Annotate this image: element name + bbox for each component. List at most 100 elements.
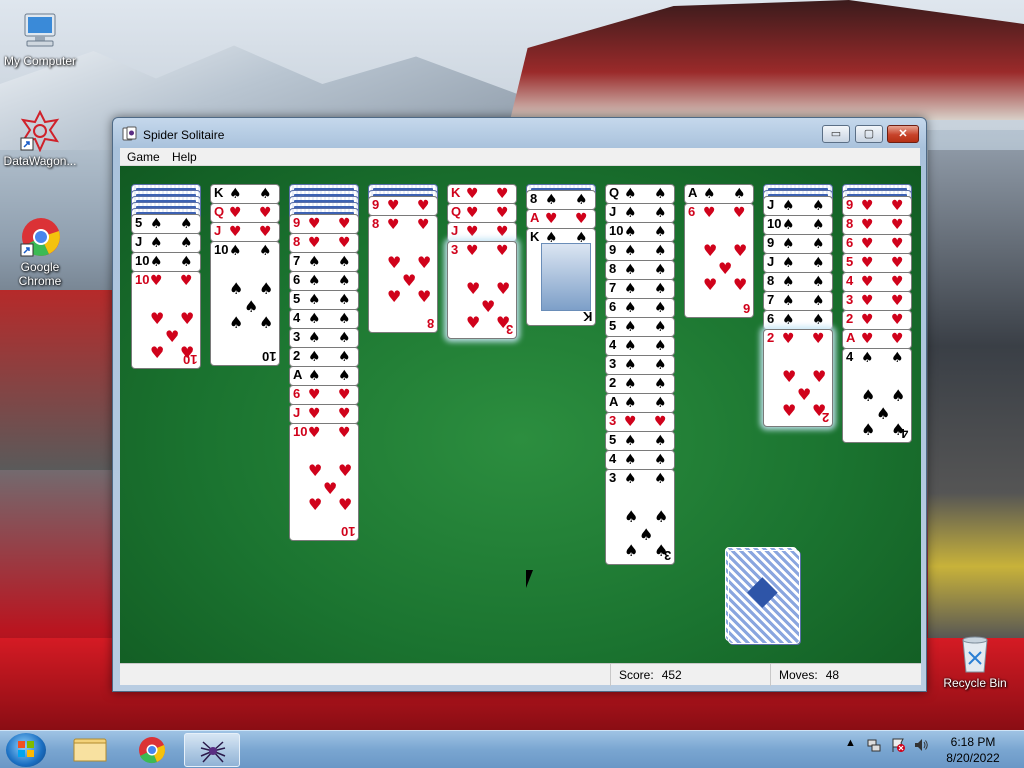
playing-card[interactable]: J ♥ ♥ bbox=[447, 222, 517, 242]
playing-card[interactable]: J ♥ ♥ bbox=[210, 222, 280, 242]
desktop-icon-datawagon[interactable]: DataWagon... bbox=[0, 109, 80, 168]
maximize-button[interactable]: ▢ bbox=[855, 125, 883, 143]
desktop-icon-recycle-bin[interactable]: Recycle Bin bbox=[935, 632, 1015, 690]
playing-card[interactable]: 3 ♥ ♥ bbox=[842, 291, 912, 311]
desktop-icon-chrome[interactable]: Google Chrome bbox=[0, 216, 80, 288]
playing-card[interactable]: 3 ♠ ♠ bbox=[605, 355, 675, 375]
playing-card[interactable]: 3 ♠ ♠ ♠ ♠ ♠ ♠ ♠ 3 bbox=[605, 469, 675, 565]
system-clock[interactable]: 6:18 PM 8/20/2022 bbox=[930, 734, 1016, 766]
game-board[interactable]: 5 ♠ ♠ J ♠ ♠ 10 ♠ ♠ 10 ♥ ♥ ♥ ♥ ♥ ♥ ♥ 10 K ♠ ♠ Q ♥ ♥ J ♥ ♥ 10 ♠ ♠ ♠ ♠ ♠ ♠ ♠ 1… bbox=[120, 166, 921, 663]
playing-card[interactable]: 5 ♠ ♠ bbox=[605, 431, 675, 451]
playing-card[interactable]: 5 ♠ ♠ bbox=[131, 214, 201, 234]
playing-card[interactable]: 6 ♠ ♠ bbox=[289, 271, 359, 291]
spade-icon: ♠ bbox=[861, 386, 876, 405]
playing-card[interactable]: 4 ♠ ♠ ♠ ♠ ♠ ♠ ♠ 4 bbox=[842, 348, 912, 443]
chrome-icon[interactable] bbox=[124, 733, 180, 767]
volume-icon[interactable] bbox=[913, 737, 929, 756]
playing-card[interactable]: 3 ♠ ♠ bbox=[289, 328, 359, 348]
playing-card[interactable]: 9 ♥ ♥ bbox=[289, 214, 359, 234]
playing-card[interactable]: Q ♥ ♥ bbox=[210, 203, 280, 223]
playing-card[interactable]: 10 ♥ ♥ ♥ ♥ ♥ ♥ ♥ 10 bbox=[289, 423, 359, 541]
playing-card[interactable]: 7 ♠ ♠ bbox=[763, 291, 833, 311]
explorer-icon[interactable] bbox=[62, 733, 118, 767]
playing-card[interactable]: 8 ♠ ♠ bbox=[605, 260, 675, 280]
playing-card[interactable]: 6 ♥ ♥ ♥ ♥ ♥ ♥ ♥ 6 bbox=[684, 203, 754, 318]
playing-card[interactable]: 3 ♥ ♥ ♥ ♥ ♥ ♥ ♥ 3 bbox=[447, 241, 517, 339]
playing-card[interactable]: 6 ♠ ♠ bbox=[605, 298, 675, 318]
playing-card[interactable]: A ♠ ♠ bbox=[289, 366, 359, 386]
playing-card[interactable]: 5 ♥ ♥ bbox=[842, 253, 912, 273]
spade-icon: ♠ bbox=[654, 300, 667, 316]
menu-help[interactable]: Help bbox=[172, 150, 197, 164]
playing-card[interactable]: 8 ♥ ♥ ♥ ♥ ♥ ♥ ♥ 8 bbox=[368, 215, 438, 333]
playing-card[interactable]: 7 ♠ ♠ bbox=[289, 252, 359, 272]
action-center-icon[interactable] bbox=[890, 737, 906, 756]
playing-card[interactable]: 8 ♠ ♠ bbox=[763, 272, 833, 292]
playing-card[interactable]: 5 ♠ ♠ bbox=[289, 290, 359, 310]
playing-card[interactable]: 9 ♠ ♠ bbox=[763, 234, 833, 254]
playing-card[interactable]: 4 ♠ ♠ bbox=[605, 336, 675, 356]
playing-card[interactable]: A ♥ ♥ bbox=[526, 209, 596, 229]
playing-card[interactable]: 7 ♠ ♠ bbox=[605, 279, 675, 299]
heart-icon: ♥ bbox=[733, 275, 748, 294]
playing-card[interactable]: 10 ♠ ♠ bbox=[763, 215, 833, 235]
score-label: Score: bbox=[619, 668, 654, 682]
playing-card[interactable]: 9 ♠ ♠ bbox=[605, 241, 675, 261]
show-hidden-icons-icon[interactable]: ▲ bbox=[845, 737, 856, 749]
playing-card[interactable]: 10 ♠ ♠ bbox=[605, 222, 675, 242]
playing-card[interactable]: 4 ♥ ♥ bbox=[842, 272, 912, 292]
playing-card[interactable]: 4 ♠ ♠ bbox=[605, 450, 675, 470]
desktop-icon-my-computer[interactable]: My Computer bbox=[0, 10, 80, 68]
spider-solitaire-icon[interactable] bbox=[184, 733, 240, 767]
spade-icon: ♠ bbox=[259, 313, 274, 332]
playing-card[interactable]: J ♥ ♥ bbox=[289, 404, 359, 424]
menu-game[interactable]: Game bbox=[127, 150, 160, 164]
playing-card[interactable]: K ♥ ♥ bbox=[447, 184, 517, 204]
playing-card[interactable]: J ♠ ♠ bbox=[605, 203, 675, 223]
playing-card[interactable]: 2 ♠ ♠ bbox=[605, 374, 675, 394]
start-icon[interactable] bbox=[6, 733, 46, 767]
minimize-button[interactable]: ▭ bbox=[822, 125, 850, 143]
card-rank: 7 bbox=[609, 280, 617, 295]
playing-card[interactable]: A ♥ ♥ bbox=[842, 329, 912, 349]
stock-pile[interactable] bbox=[728, 550, 800, 644]
playing-card[interactable]: 8 ♠ ♠ bbox=[526, 190, 596, 210]
playing-card[interactable]: 10 ♥ ♥ ♥ ♥ ♥ ♥ ♥ 10 bbox=[131, 271, 201, 369]
heart-icon: ♥ bbox=[861, 293, 874, 309]
playing-card[interactable]: 5 ♠ ♠ bbox=[605, 317, 675, 337]
heart-icon: ♥ bbox=[323, 479, 338, 498]
title-bar[interactable]: Spider Solitaire ▭ ▢ ✕ bbox=[113, 118, 926, 148]
spade-icon: ♠ bbox=[308, 311, 321, 327]
playing-card[interactable]: 2 ♠ ♠ bbox=[289, 347, 359, 367]
playing-card[interactable]: A ♠ ♠ bbox=[605, 393, 675, 413]
playing-card[interactable]: J ♠ ♠ bbox=[763, 196, 833, 216]
close-button[interactable]: ✕ bbox=[887, 125, 919, 143]
playing-card[interactable]: 10 ♠ ♠ bbox=[131, 252, 201, 272]
playing-card[interactable]: 6 ♠ ♠ bbox=[763, 310, 833, 330]
spade-icon: ♠ bbox=[654, 262, 667, 278]
playing-card[interactable]: 6 ♥ ♥ bbox=[842, 234, 912, 254]
playing-card[interactable]: 8 ♥ ♥ bbox=[289, 233, 359, 253]
spade-icon: ♠ bbox=[782, 236, 795, 252]
playing-card[interactable]: 2 ♥ ♥ bbox=[842, 310, 912, 330]
playing-card[interactable]: K ♠ ♠ K bbox=[526, 228, 596, 326]
playing-card[interactable]: J ♠ ♠ bbox=[763, 253, 833, 273]
heart-icon: ♥ bbox=[308, 235, 321, 251]
playing-card[interactable]: 9 ♥ ♥ bbox=[842, 196, 912, 216]
playing-card[interactable]: 2 ♥ ♥ ♥ ♥ ♥ ♥ ♥ 2 bbox=[763, 329, 833, 427]
playing-card[interactable]: 4 ♠ ♠ bbox=[289, 309, 359, 329]
playing-card[interactable]: 3 ♥ ♥ bbox=[605, 412, 675, 432]
playing-card[interactable]: 6 ♥ ♥ bbox=[289, 385, 359, 405]
playing-card[interactable]: 9 ♥ ♥ bbox=[368, 196, 438, 216]
playing-card[interactable]: Q ♠ ♠ bbox=[605, 184, 675, 204]
spade-icon: ♠ bbox=[624, 376, 637, 392]
playing-card[interactable]: K ♠ ♠ bbox=[210, 184, 280, 204]
playing-card[interactable]: 10 ♠ ♠ ♠ ♠ ♠ ♠ ♠ 10 bbox=[210, 241, 280, 366]
playing-card[interactable]: Q ♥ ♥ bbox=[447, 203, 517, 223]
playing-card[interactable]: 8 ♥ ♥ bbox=[842, 215, 912, 235]
spade-icon: ♠ bbox=[624, 262, 637, 278]
score-display: Score: 452 bbox=[610, 664, 770, 686]
network-icon[interactable] bbox=[866, 737, 882, 756]
playing-card[interactable]: J ♠ ♠ bbox=[131, 233, 201, 253]
playing-card[interactable]: A ♠ ♠ bbox=[684, 184, 754, 204]
